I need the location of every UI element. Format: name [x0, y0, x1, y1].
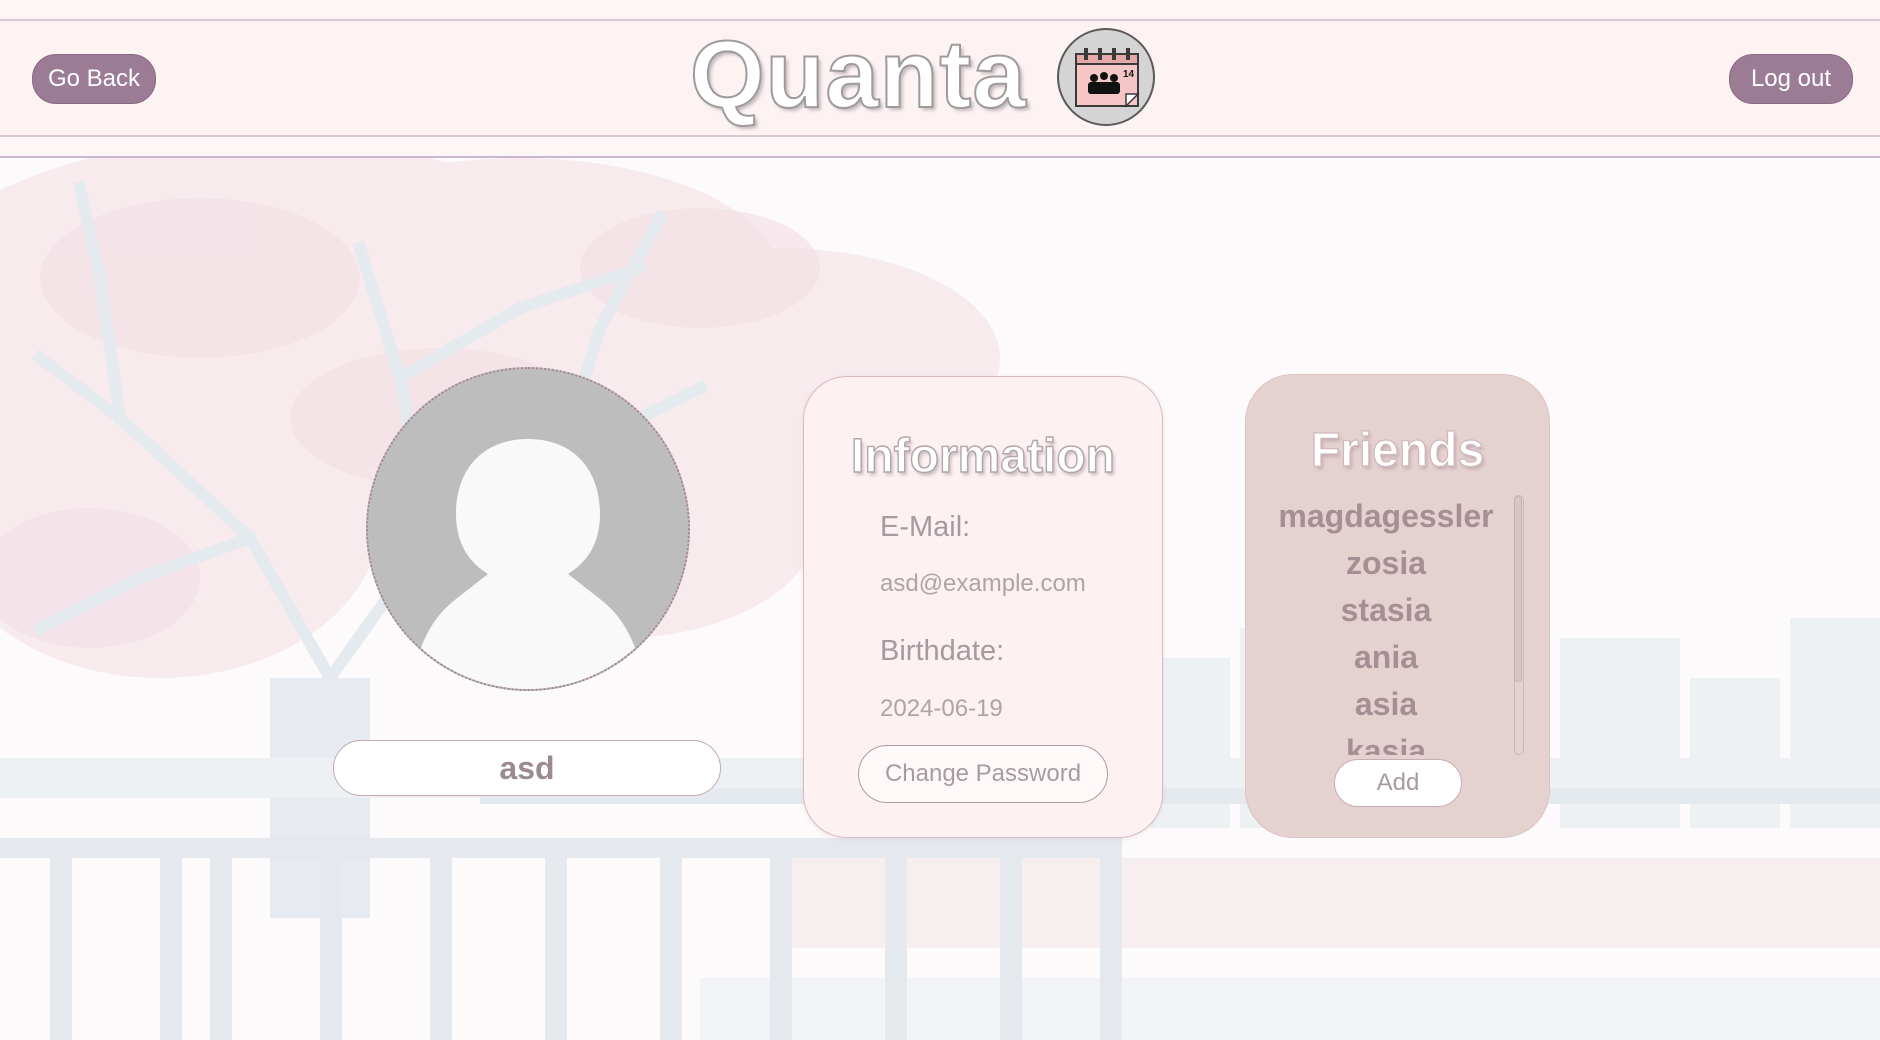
- username-field[interactable]: asd: [333, 740, 721, 796]
- friend-item[interactable]: magdagessler: [1266, 493, 1506, 540]
- friends-card: Friends magdagessler zosia stasia ania a…: [1245, 374, 1550, 838]
- avatar[interactable]: [366, 367, 690, 691]
- go-back-button[interactable]: Go Back: [32, 54, 156, 104]
- default-avatar-icon: [368, 369, 688, 689]
- email-label: E-Mail:: [880, 511, 971, 543]
- friend-item[interactable]: ania: [1266, 634, 1506, 681]
- birthdate-label: Birthdate:: [880, 635, 1005, 667]
- friends-scrollbar[interactable]: [1514, 495, 1524, 755]
- email-value: asd@example.com: [880, 570, 1086, 597]
- friend-item[interactable]: stasia: [1266, 587, 1506, 634]
- app-title: Quanta: [689, 20, 1027, 129]
- friend-item[interactable]: zosia: [1266, 540, 1506, 587]
- top-strip: [0, 0, 1880, 21]
- birthdate-value: 2024-06-19: [880, 695, 1003, 722]
- logo-icon-badge: 14: [1123, 69, 1135, 80]
- friends-list[interactable]: magdagessler zosia stasia ania asia kasi…: [1266, 493, 1506, 755]
- friend-item[interactable]: kasia: [1266, 728, 1506, 755]
- information-title: Information: [850, 429, 1115, 483]
- header-divider: [0, 137, 1880, 158]
- friend-item[interactable]: asia: [1266, 681, 1506, 728]
- add-friend-button[interactable]: Add: [1334, 759, 1462, 807]
- logout-button[interactable]: Log out: [1729, 54, 1853, 104]
- calendar-group-icon: 14: [1057, 28, 1155, 126]
- information-card: Information E-Mail: asd@example.com Birt…: [803, 376, 1163, 838]
- friends-scrollbar-thumb[interactable]: [1514, 496, 1522, 682]
- change-password-button[interactable]: Change Password: [858, 745, 1108, 803]
- friends-title: Friends: [1310, 423, 1485, 477]
